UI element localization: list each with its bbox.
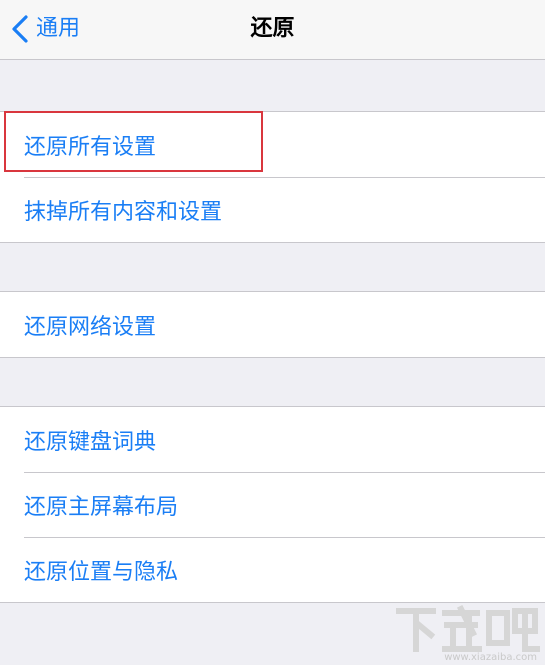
reset-location-privacy-cell[interactable]: 还原位置与隐私 <box>0 537 545 602</box>
watermark-logo <box>396 604 540 652</box>
reset-group-1: 还原所有设置 抹掉所有内容和设置 <box>0 111 545 243</box>
watermark: www.xiazaiba.com <box>391 603 541 665</box>
reset-network-settings-cell[interactable]: 还原网络设置 <box>0 292 545 357</box>
cell-label: 抹掉所有内容和设置 <box>24 199 223 225</box>
page-title: 还原 <box>250 16 295 41</box>
reset-home-screen-layout-cell[interactable]: 还原主屏幕布局 <box>0 472 545 537</box>
cell-label: 还原主屏幕布局 <box>24 494 179 520</box>
reset-group-2: 还原网络设置 <box>0 291 545 358</box>
reset-group-3: 还原键盘词典 还原主屏幕布局 还原位置与隐私 <box>0 406 545 603</box>
cell-label: 还原所有设置 <box>24 134 157 160</box>
cell-label: 还原网络设置 <box>24 314 157 340</box>
erase-all-content-cell[interactable]: 抹掉所有内容和设置 <box>0 177 545 242</box>
navigation-bar: 通用 还原 <box>0 0 545 60</box>
reset-keyboard-dictionary-cell[interactable]: 还原键盘词典 <box>0 407 545 472</box>
cell-label: 还原位置与隐私 <box>24 559 179 585</box>
reset-all-settings-cell[interactable]: 还原所有设置 <box>0 112 545 177</box>
cell-label: 还原键盘词典 <box>24 429 157 455</box>
watermark-url: www.xiazaiba.com <box>444 652 537 663</box>
